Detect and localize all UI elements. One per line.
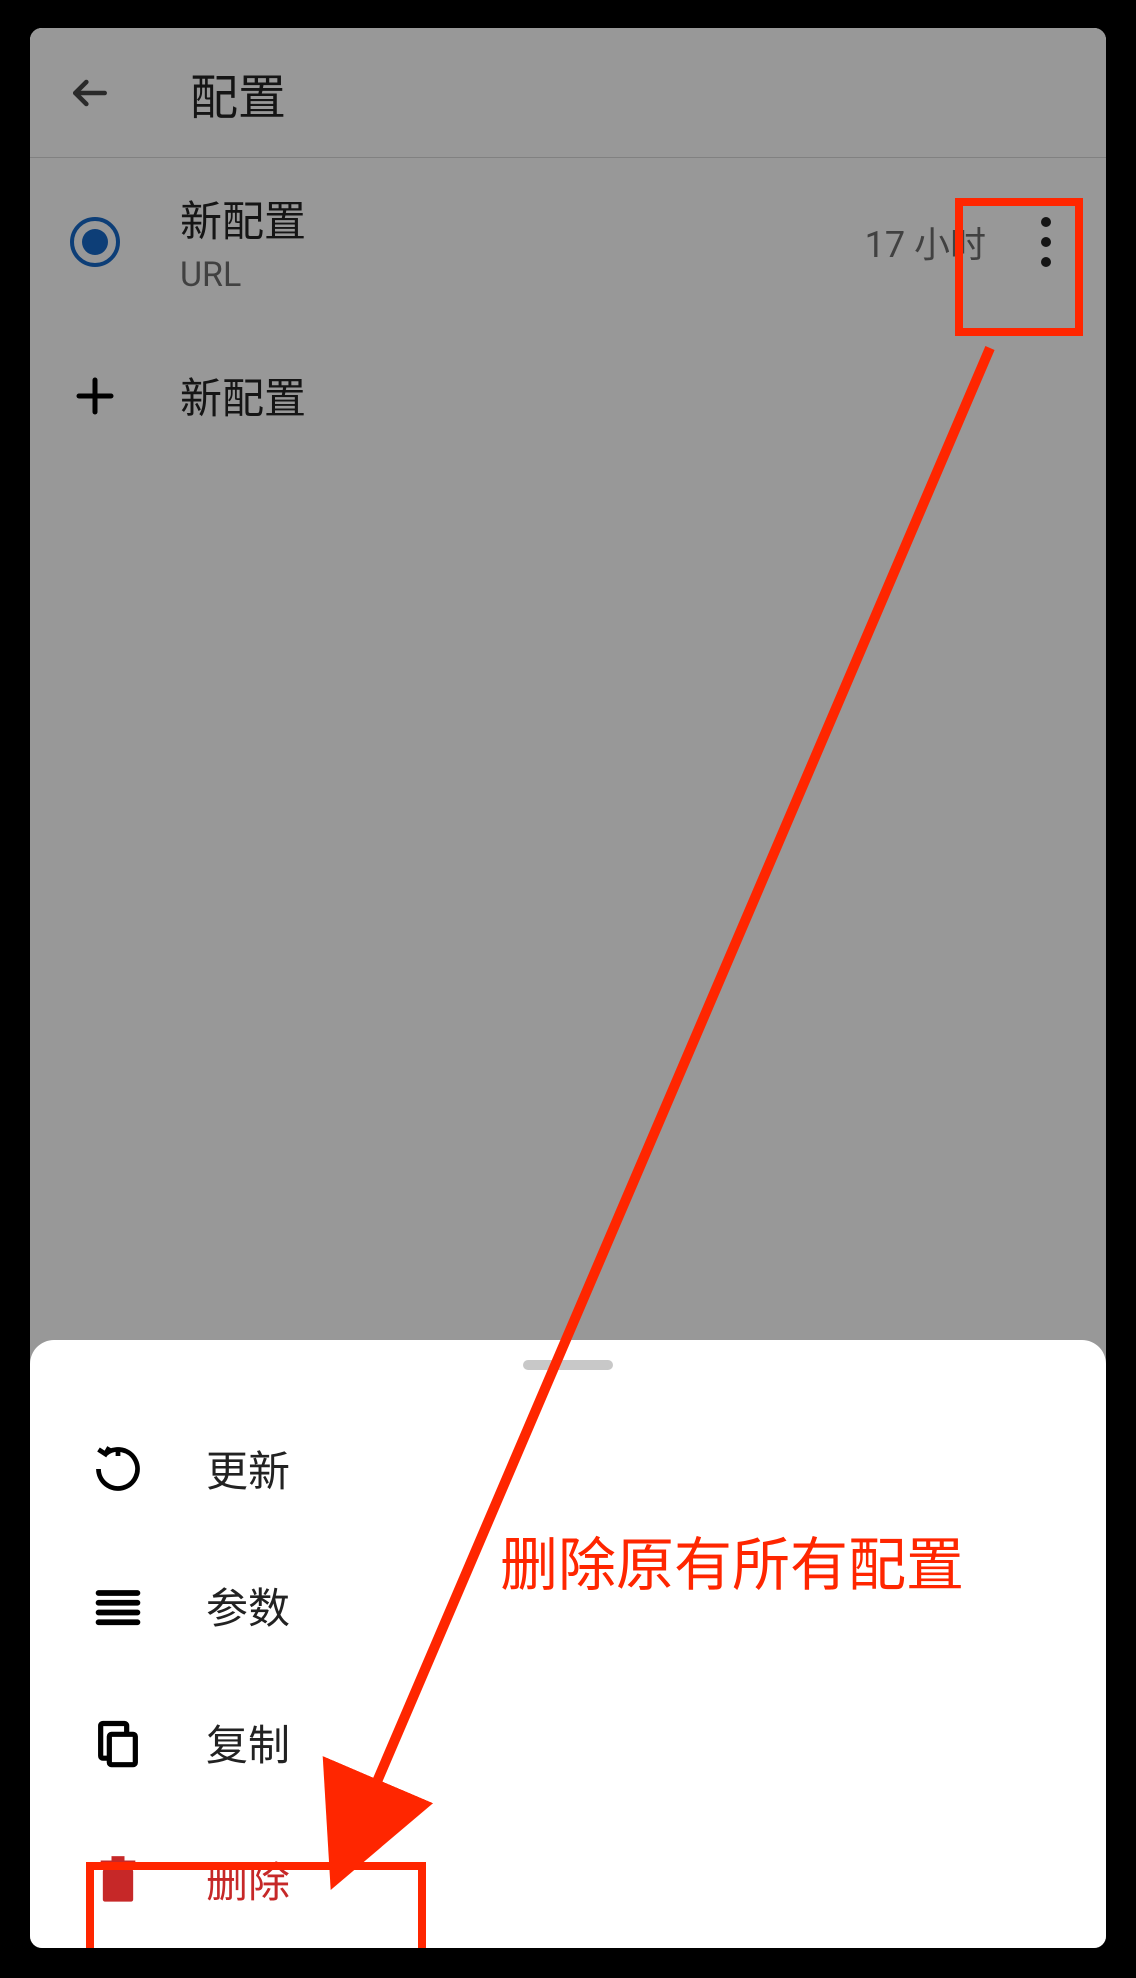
sheet-item-update[interactable]: 更新 [30, 1400, 1106, 1537]
sheet-delete-label: 删除 [206, 1849, 290, 1910]
sheet-update-label: 更新 [206, 1438, 290, 1499]
config-text-block: 新配置 URL [180, 188, 865, 295]
more-vertical-icon [1041, 217, 1051, 227]
config-name-label: 新配置 [180, 188, 865, 249]
back-arrow-icon [68, 71, 112, 115]
radio-selected-icon[interactable] [70, 217, 120, 267]
sheet-copy-label: 复制 [206, 1712, 290, 1773]
sheet-drag-handle[interactable] [523, 1360, 613, 1370]
config-time-label: 17 小时 [865, 216, 986, 268]
page-title: 配置 [190, 58, 286, 128]
config-subtitle-label: URL [180, 255, 865, 295]
add-config-button[interactable]: 新配置 [30, 325, 1106, 466]
back-button[interactable] [60, 63, 120, 123]
config-list-item[interactable]: 新配置 URL 17 小时 [30, 158, 1106, 325]
copy-icon [90, 1715, 146, 1771]
sheet-item-copy[interactable]: 复制 [30, 1674, 1106, 1811]
params-icon [90, 1578, 146, 1634]
trash-icon [90, 1852, 146, 1908]
bottom-sheet: 更新 参数 复制 删除 [30, 1340, 1106, 1948]
sheet-item-params[interactable]: 参数 [30, 1537, 1106, 1674]
plus-icon [70, 371, 120, 421]
sheet-params-label: 参数 [206, 1575, 290, 1636]
add-config-label: 新配置 [180, 365, 306, 426]
more-options-button[interactable] [1016, 202, 1076, 282]
sheet-item-delete[interactable]: 删除 [30, 1811, 1106, 1948]
update-icon [90, 1441, 146, 1497]
